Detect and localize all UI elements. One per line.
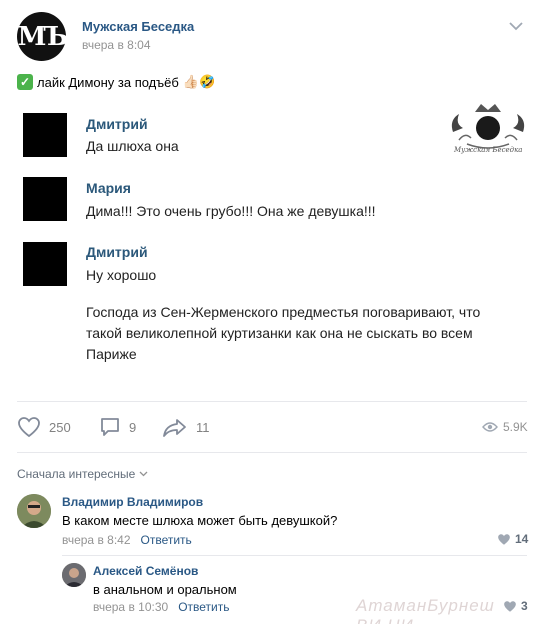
commenter-avatar[interactable] <box>62 563 86 587</box>
group-avatar[interactable]: МЪ <box>17 12 68 61</box>
comment-like-count: 14 <box>515 532 529 546</box>
chat-author: Дмитрий <box>86 244 148 260</box>
comment-count: 9 <box>129 419 137 435</box>
comment-text: в анальном и оральном <box>93 582 237 597</box>
site-watermark: АтаманБурнеш ВИ.НИ <box>356 596 495 624</box>
chevron-down-icon <box>139 471 148 477</box>
comment-time[interactable]: вчера в 10:30 <box>93 600 168 614</box>
commenter-avatar[interactable] <box>17 494 51 528</box>
like-button[interactable]: 250 <box>17 416 71 438</box>
divider <box>62 555 527 556</box>
chat-message: Господа из Сен-Жерменского предместья по… <box>86 304 481 320</box>
share-count: 11 <box>196 419 210 435</box>
chat-avatar <box>23 177 67 221</box>
views-count: 5.9K <box>503 420 528 434</box>
post-text-content: лайк Димону за подъёб <box>37 74 179 90</box>
divider <box>17 452 527 453</box>
chat-avatar <box>23 113 67 157</box>
emoji-icon: 👍🏻🤣 <box>182 74 216 89</box>
heart-icon <box>18 417 40 438</box>
chat-avatar <box>23 242 67 286</box>
like-count: 250 <box>49 419 71 435</box>
post-actions: 250 9 11 5.9K <box>0 410 552 446</box>
sort-label: Сначала интересные <box>17 467 136 481</box>
comment-author-link[interactable]: Алексей Семёнов <box>93 564 198 578</box>
heart-icon <box>498 533 510 545</box>
comment-author-link[interactable]: Владимир Владимиров <box>62 495 203 509</box>
post-text: ✓ лайк Димону за подъёб 👍🏻🤣 <box>17 74 215 90</box>
eye-icon <box>482 422 498 432</box>
comment-meta: вчера в 10:30 Ответить <box>93 600 229 614</box>
check-mark-icon: ✓ <box>17 74 33 90</box>
share-button[interactable]: 11 <box>162 416 210 438</box>
chat-message: такой великолепной куртизанки как она не… <box>86 325 473 341</box>
post-timestamp[interactable]: вчера в 8:04 <box>82 38 151 52</box>
comment-like-button[interactable]: 14 <box>497 532 528 546</box>
comment-icon <box>101 418 119 436</box>
post-header: МЪ Мужская Беседка вчера в 8:04 <box>0 0 552 64</box>
chat-message: Да шлюха она <box>86 138 179 154</box>
person-icon <box>62 563 86 587</box>
divider <box>17 401 527 402</box>
comment-text: В каком месте шлюха может быть девушкой? <box>62 513 338 528</box>
reply-button[interactable]: Ответить <box>141 533 192 547</box>
views-counter: 5.9K <box>482 420 528 434</box>
comment-meta: вчера в 8:42 Ответить <box>62 533 192 547</box>
logo-caption: Мужская Беседка <box>454 146 523 154</box>
comments-sort-dropdown[interactable]: Сначала интересные <box>17 467 148 481</box>
chevron-down-icon[interactable] <box>508 20 524 32</box>
chat-message: Ну хорошо <box>86 267 157 283</box>
chat-message: Дима!!! Это очень грубо!!! Она же девушк… <box>86 203 376 219</box>
comment-button[interactable]: 9 <box>99 416 136 438</box>
person-icon <box>17 494 51 528</box>
share-icon <box>163 419 186 437</box>
chat-author: Дмитрий <box>86 116 148 132</box>
reply-button[interactable]: Ответить <box>178 600 229 614</box>
comment-time[interactable]: вчера в 8:42 <box>62 533 131 547</box>
chat-message: Париже <box>86 346 137 362</box>
group-name-link[interactable]: Мужская Беседка <box>82 19 194 34</box>
chat-author: Мария <box>86 180 131 196</box>
